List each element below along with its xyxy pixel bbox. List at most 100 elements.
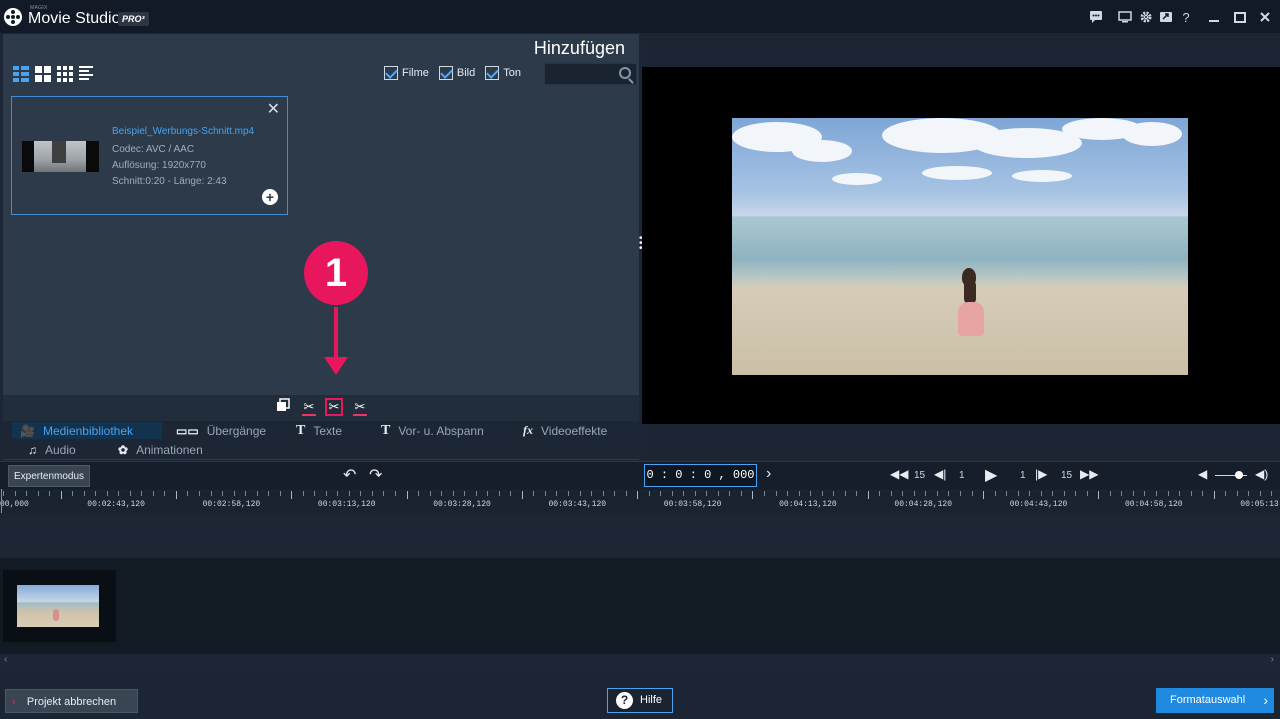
tab-audio[interactable]: ♫ Audio bbox=[20, 441, 84, 458]
detail-list-view-icon[interactable] bbox=[13, 66, 29, 82]
scissors-cut-icon[interactable]: ✂ bbox=[325, 398, 343, 416]
close-icon[interactable] bbox=[1257, 10, 1273, 26]
ruler-tick bbox=[360, 491, 362, 496]
scissors-cut-end-icon[interactable]: ✂ bbox=[351, 398, 369, 416]
filter-images[interactable]: Bild bbox=[438, 66, 475, 80]
minimize-icon[interactable] bbox=[1206, 10, 1222, 26]
volume-high-icon[interactable]: ◀) bbox=[1255, 467, 1268, 481]
media-filename[interactable]: Beispiel_Werbungs-Schnitt.mp4 bbox=[112, 126, 254, 137]
chat-icon[interactable] bbox=[1088, 10, 1104, 26]
ruler-tick bbox=[729, 491, 731, 496]
timeline-track-video[interactable] bbox=[0, 558, 1280, 654]
ruler-tick bbox=[602, 491, 604, 496]
title-t-icon: T bbox=[381, 422, 391, 438]
ruler-tick bbox=[464, 491, 466, 496]
search-icon[interactable] bbox=[619, 67, 631, 79]
tab-label: Übergänge bbox=[206, 423, 267, 438]
play-icon[interactable]: ▶ bbox=[985, 465, 997, 485]
ruler-tick bbox=[1156, 491, 1157, 496]
images-checkbox[interactable] bbox=[438, 66, 453, 80]
fast-forward-icon[interactable]: ▶▶ bbox=[1080, 467, 1098, 481]
timeline-ruler[interactable]: 00,000 00:02:43,120 00:02:58,120 00:03:13,1… bbox=[0, 489, 1280, 513]
list-view-icon[interactable] bbox=[79, 66, 95, 82]
monitor-icon[interactable] bbox=[1117, 10, 1133, 26]
format-selection-button[interactable]: Formatauswahl › bbox=[1156, 688, 1274, 713]
tab-label: Vor- u. Abspann bbox=[398, 423, 484, 438]
media-item-card[interactable]: ✕ Beispiel_Werbungs-Schnitt.mp4 Codec: A… bbox=[11, 96, 288, 215]
flower-icon: ✿ bbox=[118, 442, 129, 457]
help-button[interactable]: ? Hilfe bbox=[607, 688, 673, 713]
ruler-tick bbox=[579, 491, 581, 496]
tab-label: Medienbibliothek bbox=[42, 423, 134, 438]
timeline-clip[interactable] bbox=[3, 570, 116, 642]
redo-icon[interactable]: ↷ bbox=[369, 465, 382, 485]
timeline-track-empty[interactable] bbox=[0, 513, 1280, 558]
view-mode-switcher bbox=[13, 66, 95, 82]
ruler-tick bbox=[1213, 491, 1215, 499]
tab-transitions[interactable]: ▭▭ Übergänge bbox=[168, 422, 274, 439]
expert-mode-button[interactable]: Expertenmodus bbox=[8, 465, 91, 487]
chevron-right-icon: › bbox=[1263, 692, 1268, 708]
chevron-right-icon[interactable]: › bbox=[766, 465, 771, 483]
ruler-tick bbox=[314, 491, 316, 496]
tab-video-effects[interactable]: fx Videoeffekte bbox=[515, 422, 615, 439]
ruler-tick bbox=[129, 491, 131, 496]
ruler-tick bbox=[740, 491, 742, 496]
ruler-tick bbox=[683, 491, 685, 496]
question-icon: ? bbox=[616, 692, 633, 709]
ruler-time-label: 00:03:13,120 bbox=[317, 500, 376, 509]
frame-forward-icon[interactable]: |▶ bbox=[1035, 467, 1047, 481]
timecode-field[interactable]: 0 : 0 : 0 , 000 bbox=[644, 464, 757, 487]
frame-back-value: 1 bbox=[959, 470, 965, 481]
tab-animations[interactable]: ✿ Animationen bbox=[110, 441, 211, 458]
ruler-tick bbox=[1167, 491, 1169, 496]
help-icon[interactable]: ? bbox=[1178, 10, 1194, 26]
scroll-left-icon[interactable]: ‹ bbox=[4, 654, 7, 665]
media-thumbnail[interactable] bbox=[22, 141, 99, 172]
frame-back-icon[interactable]: ◀| bbox=[934, 467, 946, 481]
tab-texts[interactable]: T Texte bbox=[288, 422, 350, 439]
ruler-tick bbox=[1017, 491, 1019, 496]
tab-media-library[interactable]: 🎥 Medienbibliothek bbox=[12, 422, 162, 439]
search-input[interactable] bbox=[545, 64, 615, 84]
gear-icon[interactable] bbox=[1138, 10, 1154, 26]
ruler-tick bbox=[1098, 491, 1100, 499]
ruler-tick bbox=[591, 491, 593, 496]
ruler-tick bbox=[141, 491, 143, 496]
cancel-project-button[interactable]: ‹ Projekt abbrechen bbox=[5, 689, 138, 713]
export-icon[interactable] bbox=[1158, 10, 1174, 26]
rewind-icon[interactable]: ◀◀ bbox=[890, 467, 908, 481]
video-preview[interactable] bbox=[642, 67, 1280, 424]
maximize-icon[interactable] bbox=[1232, 10, 1248, 26]
timeline-scrollbar[interactable]: ‹ › bbox=[0, 654, 1280, 667]
filter-audio[interactable]: Ton bbox=[485, 66, 521, 80]
ruler-tick bbox=[671, 491, 673, 496]
small-grid-view-icon[interactable] bbox=[57, 66, 73, 82]
ruler-tick bbox=[787, 491, 789, 496]
scissors-cut-start-icon[interactable]: ✂ bbox=[300, 398, 318, 416]
large-grid-view-icon[interactable] bbox=[35, 66, 51, 82]
filter-movies[interactable]: Filme bbox=[384, 66, 429, 80]
ruler-tick bbox=[1052, 491, 1054, 496]
scroll-right-icon[interactable]: › bbox=[1271, 654, 1274, 665]
ruler-tick bbox=[279, 491, 281, 496]
tab-intro-outro[interactable]: T Vor- u. Abspann bbox=[373, 422, 492, 439]
media-codec: Codec: AVC / AAC bbox=[112, 144, 195, 155]
volume-low-icon[interactable]: ◀ bbox=[1198, 467, 1207, 481]
ruler-tick bbox=[498, 491, 500, 496]
movies-checkbox[interactable] bbox=[384, 66, 398, 80]
copy-clip-icon[interactable] bbox=[274, 398, 292, 416]
volume-slider-handle[interactable] bbox=[1235, 471, 1243, 479]
ruler-tick bbox=[268, 491, 270, 496]
ruler-tick bbox=[49, 491, 51, 496]
preview-frame-image bbox=[732, 118, 1188, 375]
ruler-tick bbox=[175, 491, 177, 499]
remove-item-close-icon[interactable]: ✕ bbox=[267, 99, 280, 119]
ruler-tick bbox=[1132, 491, 1134, 496]
audio-checkbox[interactable] bbox=[485, 66, 500, 80]
ruler-time-label: 00:03:58,120 bbox=[663, 500, 722, 509]
undo-icon[interactable]: ↶ bbox=[343, 465, 356, 485]
title-bar: MAGIX Movie Studio PRO³ ? bbox=[0, 0, 1280, 33]
ruler-tick bbox=[487, 491, 489, 496]
add-to-timeline-plus-icon[interactable]: + bbox=[262, 189, 278, 205]
